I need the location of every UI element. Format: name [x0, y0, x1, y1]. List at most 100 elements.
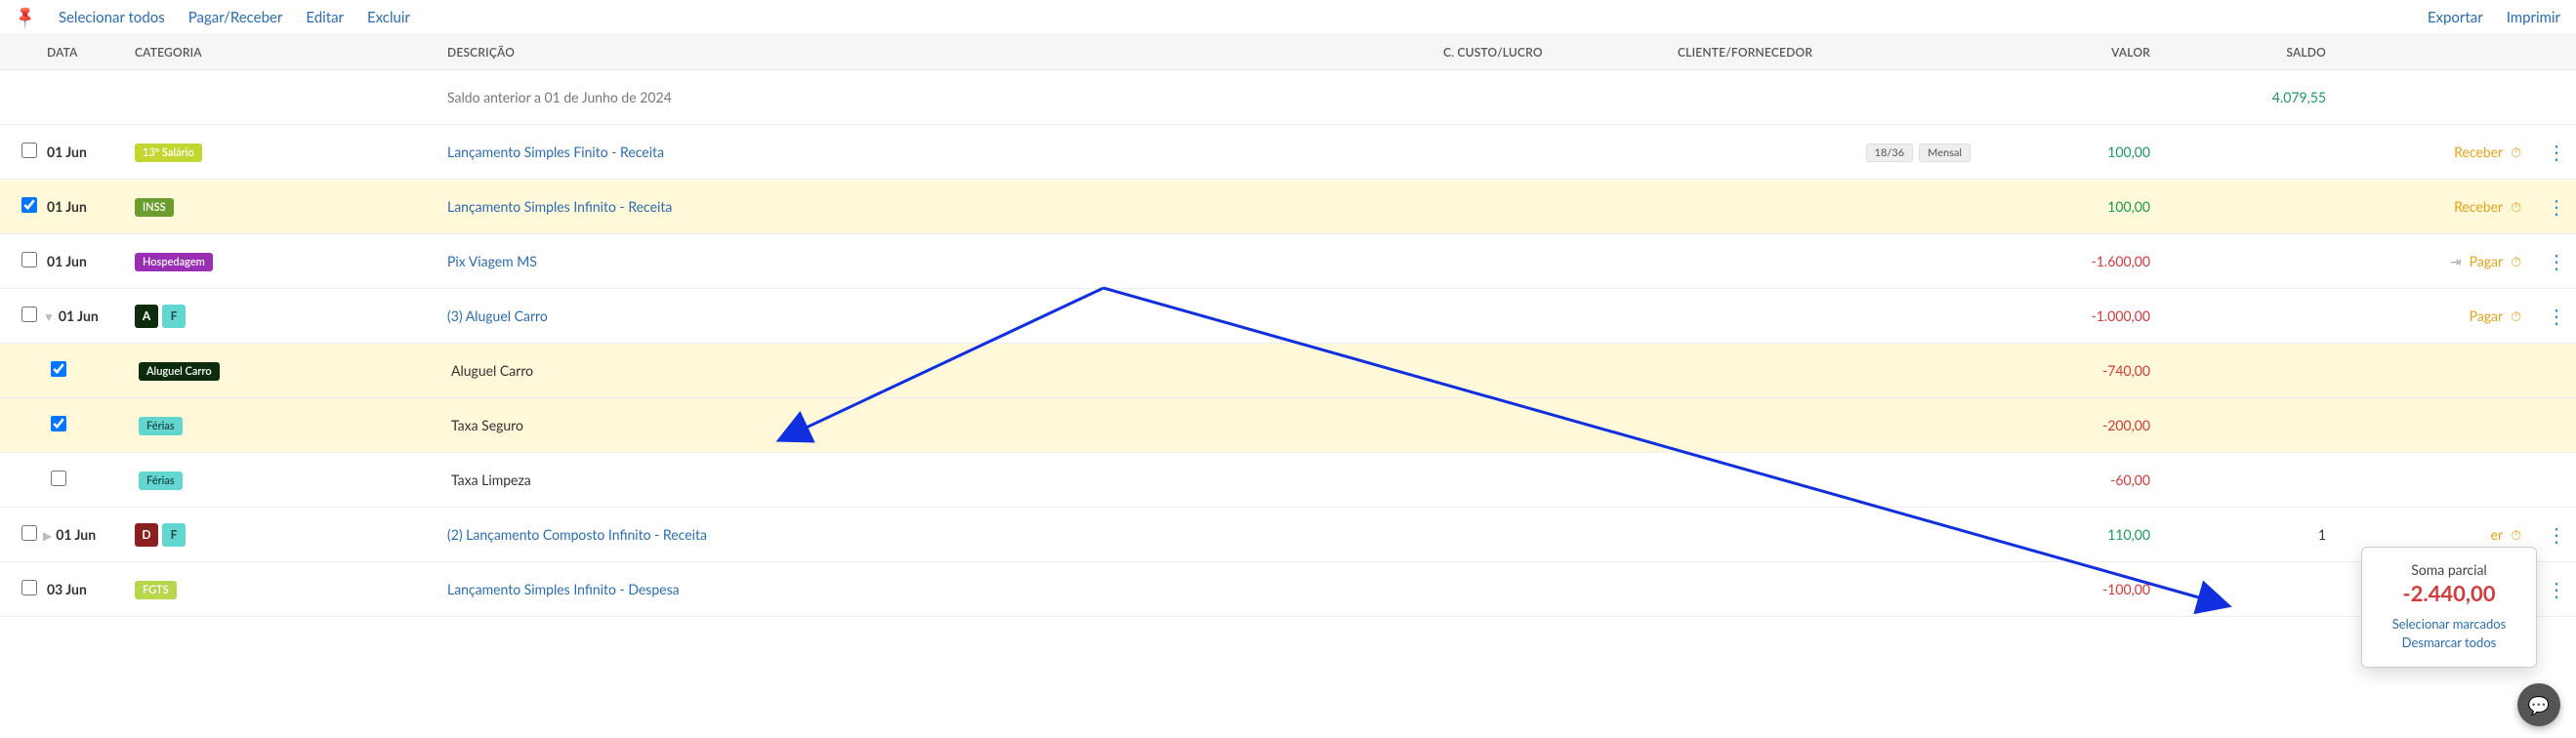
- row-action[interactable]: Pagar: [2470, 308, 2503, 324]
- toolbar-right: Exportar Imprimir: [2428, 9, 2560, 26]
- transactions-table: DATA CATEGORIA DESCRIÇÃO C. CUSTO/LUCRO …: [0, 35, 2576, 617]
- category-tag: 13º Salário: [135, 144, 202, 162]
- clock-icon: ⏱: [2511, 253, 2521, 270]
- previous-balance-label: Saldo anterior a 01 de Junho de 2024: [447, 89, 1443, 105]
- chat-icon: 💬: [2528, 694, 2550, 717]
- col-header-balance: SALDO: [2166, 45, 2342, 60]
- row-checkbox[interactable]: [21, 525, 37, 541]
- row-date: 01 Jun: [47, 198, 87, 215]
- row-checkbox[interactable]: [51, 416, 66, 431]
- category-tag: Férias: [139, 417, 183, 435]
- chat-fab[interactable]: 💬: [2517, 683, 2560, 726]
- row-date: 01 Jun: [47, 144, 87, 160]
- row-description[interactable]: Lançamento Simples Infinito - Despesa: [447, 581, 680, 597]
- col-header-cost-center: C. CUSTO/LUCRO: [1443, 45, 1678, 60]
- row-description[interactable]: Lançamento Simples Finito - Receita: [447, 144, 664, 160]
- row-description[interactable]: (2) Lançamento Composto Infinito - Recei…: [447, 526, 707, 543]
- row-menu-icon[interactable]: ⋮: [2547, 305, 2566, 328]
- table-row[interactable]: 01 Jun 13º Salário Lançamento Simples Fini…: [0, 125, 2576, 180]
- select-marked-link[interactable]: Selecionar marcados: [2384, 616, 2514, 632]
- col-header-date: DATA: [47, 45, 135, 60]
- row-date: 01 Jun: [47, 253, 87, 269]
- row-menu-icon[interactable]: ⋮: [2547, 250, 2566, 273]
- clock-icon: ⏱: [2511, 198, 2521, 216]
- partial-sum-popup: Soma parcial -2.440,00 Selecionar marcad…: [2361, 547, 2537, 668]
- row-action[interactable]: Pagar: [2470, 253, 2503, 269]
- table-row[interactable]: ▶ 01 Jun DF (2) Lançamento Composto Infinit…: [0, 508, 2576, 562]
- row-value: -1.000,00: [1971, 308, 2166, 324]
- row-description[interactable]: (3) Aluguel Carro: [447, 308, 548, 324]
- clock-icon: ⏱: [2511, 526, 2521, 544]
- row-date: 01 Jun: [59, 308, 99, 324]
- row-value: -60,00: [1971, 472, 2166, 488]
- row-description[interactable]: Pix Viagem MS: [447, 253, 537, 269]
- row-menu-icon[interactable]: ⋮: [2547, 141, 2566, 164]
- row-action[interactable]: Receber: [2454, 198, 2503, 215]
- row-menu-icon[interactable]: ⋮: [2547, 578, 2566, 601]
- clock-icon: ⏱: [2511, 308, 2521, 325]
- table-subrow[interactable]: Aluguel Carro Aluguel Carro -740,00: [0, 344, 2576, 398]
- toolbar-left: 📌 Selecionar todos Pagar/Receber Editar …: [16, 8, 410, 26]
- row-description: Taxa Seguro: [451, 417, 523, 433]
- chevron-right-icon[interactable]: ▶: [43, 528, 52, 543]
- col-header-value: VALOR: [1971, 45, 2166, 60]
- category-square-f: F: [162, 305, 186, 328]
- recurrence-badge: 18/36: [1866, 144, 1914, 162]
- row-checkbox[interactable]: [51, 471, 66, 486]
- row-checkbox[interactable]: [51, 361, 66, 377]
- row-description[interactable]: Lançamento Simples Infinito - Receita: [447, 198, 672, 215]
- row-value: -100,00: [1971, 581, 2166, 597]
- edit-link[interactable]: Editar: [306, 9, 344, 26]
- row-description: Aluguel Carro: [451, 362, 533, 379]
- table-row[interactable]: 01 Jun Hospedagem Pix Viagem MS -1.600,00 ⇥ P…: [0, 234, 2576, 289]
- row-menu-icon[interactable]: ⋮: [2547, 523, 2566, 547]
- previous-balance-value: 4.079,55: [2166, 89, 2342, 105]
- category-tag: INSS: [135, 198, 174, 217]
- table-subrow[interactable]: Férias Taxa Seguro -200,00: [0, 398, 2576, 453]
- row-checkbox[interactable]: [21, 252, 37, 267]
- row-menu-icon[interactable]: ⋮: [2547, 195, 2566, 219]
- row-value: -200,00: [1971, 417, 2166, 433]
- col-header-category: CATEGORIA: [135, 45, 447, 60]
- category-tag: FGTS: [135, 581, 177, 599]
- row-value: -1.600,00: [1971, 253, 2166, 269]
- row-checkbox[interactable]: [21, 580, 37, 595]
- arrow-in-icon: ⇥: [2450, 253, 2462, 270]
- category-square-a: A: [135, 305, 158, 328]
- chevron-down-icon[interactable]: ▼: [43, 309, 55, 324]
- row-checkbox[interactable]: [21, 197, 37, 213]
- category-tag: Férias: [139, 472, 183, 490]
- unselect-all-link[interactable]: Desmarcar todos: [2384, 635, 2514, 650]
- category-square-d: D: [135, 523, 158, 547]
- print-link[interactable]: Imprimir: [2507, 9, 2560, 26]
- row-action[interactable]: er: [2491, 526, 2504, 543]
- row-date: 01 Jun: [56, 526, 96, 543]
- category-tag: Hospedagem: [135, 253, 213, 271]
- partial-sum-label: Soma parcial: [2384, 561, 2514, 578]
- row-value: 100,00: [1971, 198, 2166, 215]
- category-square-f: F: [162, 523, 186, 547]
- category-tag: Aluguel Carro: [139, 362, 220, 381]
- row-description: Taxa Limpeza: [451, 472, 531, 488]
- pay-receive-link[interactable]: Pagar/Receber: [188, 9, 283, 26]
- row-value: -740,00: [1971, 362, 2166, 379]
- table-header: DATA CATEGORIA DESCRIÇÃO C. CUSTO/LUCRO …: [0, 35, 2576, 70]
- table-row[interactable]: ▼ 01 Jun AF (3) Aluguel Carro -1.000,00 Pagar…: [0, 289, 2576, 344]
- row-value: 110,00: [1971, 526, 2166, 543]
- row-checkbox[interactable]: [21, 143, 37, 158]
- row-action[interactable]: Receber: [2454, 144, 2503, 160]
- partial-sum-value: -2.440,00: [2384, 580, 2514, 606]
- table-row[interactable]: 01 Jun INSS Lançamento Simples Infinito - …: [0, 180, 2576, 234]
- row-date: 03 Jun: [47, 581, 87, 597]
- pin-icon[interactable]: 📌: [12, 4, 39, 31]
- row-value: 100,00: [1971, 144, 2166, 160]
- col-header-client-supplier: CLIENTE/FORNECEDOR: [1678, 45, 1971, 60]
- table-row[interactable]: 03 Jun FGTS Lançamento Simples Infinito - …: [0, 562, 2576, 617]
- delete-link[interactable]: Excluir: [367, 9, 410, 26]
- row-checkbox[interactable]: [21, 307, 37, 322]
- toolbar: 📌 Selecionar todos Pagar/Receber Editar …: [0, 0, 2576, 35]
- table-subrow[interactable]: Férias Taxa Limpeza -60,00: [0, 453, 2576, 508]
- select-all-link[interactable]: Selecionar todos: [59, 9, 165, 26]
- clock-icon: ⏱: [2511, 144, 2521, 161]
- export-link[interactable]: Exportar: [2428, 9, 2483, 26]
